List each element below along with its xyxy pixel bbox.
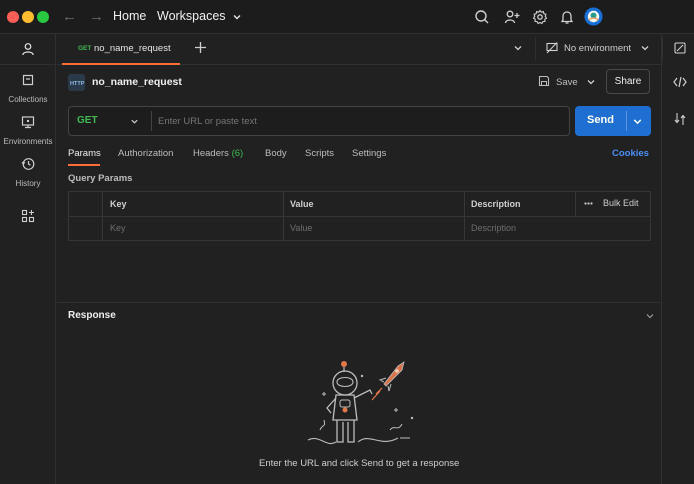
table-row-divider xyxy=(69,216,650,217)
request-name[interactable]: no_name_request xyxy=(92,76,182,88)
svg-text:HTTP: HTTP xyxy=(70,81,85,87)
table-col-divider xyxy=(102,192,103,240)
active-tab-indicator xyxy=(68,164,100,166)
headers-count-badge: (6) xyxy=(231,148,244,159)
table-col-divider xyxy=(464,192,465,240)
response-collapse-chevron-icon[interactable] xyxy=(645,311,655,321)
column-header-value: Value xyxy=(290,199,314,209)
invite-user-icon[interactable] xyxy=(504,9,520,25)
send-button[interactable]: Send xyxy=(575,106,626,136)
save-button[interactable]: Save xyxy=(556,77,578,88)
save-dropdown-chevron-icon[interactable] xyxy=(586,77,596,87)
add-widget-icon xyxy=(21,209,35,223)
history-icon xyxy=(21,157,35,171)
settings-gear-icon[interactable] xyxy=(532,9,548,25)
response-divider[interactable] xyxy=(57,302,661,303)
tabbar-divider xyxy=(535,37,536,61)
column-header-description: Description xyxy=(471,199,521,209)
tab-authorization[interactable]: Authorization xyxy=(118,148,173,159)
chevron-down-icon xyxy=(232,12,242,22)
tab-headers[interactable]: Headers (6) xyxy=(193,148,243,159)
sidebar-item-account[interactable] xyxy=(0,42,56,61)
forward-arrow-icon[interactable]: → xyxy=(89,8,104,25)
back-arrow-icon[interactable]: ← xyxy=(62,8,77,25)
bulk-edit-button[interactable]: Bulk Edit xyxy=(603,198,639,208)
tabs-dropdown-chevron-icon[interactable] xyxy=(513,43,523,53)
no-environment-icon xyxy=(546,42,558,54)
send-options-chevron-icon[interactable] xyxy=(632,116,643,127)
query-params-heading: Query Params xyxy=(68,173,133,184)
description-input-placeholder[interactable]: Description xyxy=(471,223,516,233)
params-table: Key Value Description Bulk Edit Key Valu… xyxy=(68,191,651,241)
table-col-divider xyxy=(575,192,576,216)
save-icon xyxy=(538,75,550,87)
collections-icon xyxy=(21,73,35,87)
sidebar-item-label: Collections xyxy=(8,95,48,104)
send-button-group: Send xyxy=(575,106,651,136)
value-input-placeholder[interactable]: Value xyxy=(290,223,312,233)
tab-settings[interactable]: Settings xyxy=(352,148,386,159)
environments-icon xyxy=(21,115,35,129)
code-snippet-icon[interactable] xyxy=(673,76,687,88)
home-link[interactable]: Home xyxy=(113,9,146,23)
sidebar-item-configure[interactable] xyxy=(0,209,56,228)
sidebar: Collections Environments History xyxy=(0,34,56,484)
response-empty-message: Enter the URL and click Send to get a re… xyxy=(259,458,460,469)
close-window-button[interactable] xyxy=(7,11,19,23)
tab-name: no_name_request xyxy=(94,43,171,54)
tab-headers-label: Headers xyxy=(193,148,229,159)
url-input[interactable] xyxy=(156,110,561,132)
title-bar: ← → Home Workspaces xyxy=(0,0,694,34)
avatar[interactable] xyxy=(584,7,603,26)
share-button[interactable]: Share xyxy=(606,69,650,94)
sidebar-item-label: Environments xyxy=(3,137,53,146)
minimize-window-button[interactable] xyxy=(22,11,34,23)
search-icon[interactable] xyxy=(474,9,490,25)
request-tab[interactable]: GET no_name_request xyxy=(62,34,180,65)
sidebar-item-environments[interactable]: Environments xyxy=(0,115,56,146)
tab-method: GET xyxy=(78,45,92,52)
user-icon xyxy=(21,42,35,56)
more-options-icon[interactable] xyxy=(584,202,593,205)
key-input-placeholder[interactable]: Key xyxy=(110,223,126,233)
right-context-bar xyxy=(661,34,694,484)
sidebar-item-label: History xyxy=(15,179,41,188)
send-divider xyxy=(626,111,627,131)
tab-params[interactable]: Params xyxy=(68,148,101,159)
maximize-window-button[interactable] xyxy=(37,11,49,23)
environment-chevron-icon[interactable] xyxy=(640,43,650,53)
environment-selector[interactable]: No environment xyxy=(564,43,631,54)
sidebar-item-collections[interactable]: Collections xyxy=(0,73,56,104)
sidebar-divider xyxy=(0,64,56,65)
new-tab-plus-icon[interactable] xyxy=(194,41,207,54)
astronaut-rocket-illustration xyxy=(300,358,418,450)
http-request-icon: HTTP xyxy=(68,74,85,91)
method-chevron-icon xyxy=(130,117,139,126)
notifications-bell-icon[interactable] xyxy=(559,9,575,25)
table-col-divider xyxy=(283,192,284,240)
workspaces-menu[interactable]: Workspaces xyxy=(157,9,242,23)
method-selector[interactable]: GET xyxy=(69,107,151,135)
workspaces-label: Workspaces xyxy=(157,9,226,23)
sidebar-item-history[interactable]: History xyxy=(0,157,56,188)
cookies-link[interactable]: Cookies xyxy=(612,148,649,159)
response-heading: Response xyxy=(68,310,116,321)
tab-body[interactable]: Body xyxy=(265,148,287,159)
column-header-key: Key xyxy=(110,199,127,209)
url-divider xyxy=(151,111,152,131)
related-collections-icon[interactable] xyxy=(674,112,686,126)
tab-scripts[interactable]: Scripts xyxy=(305,148,334,159)
method-label: GET xyxy=(77,115,98,126)
